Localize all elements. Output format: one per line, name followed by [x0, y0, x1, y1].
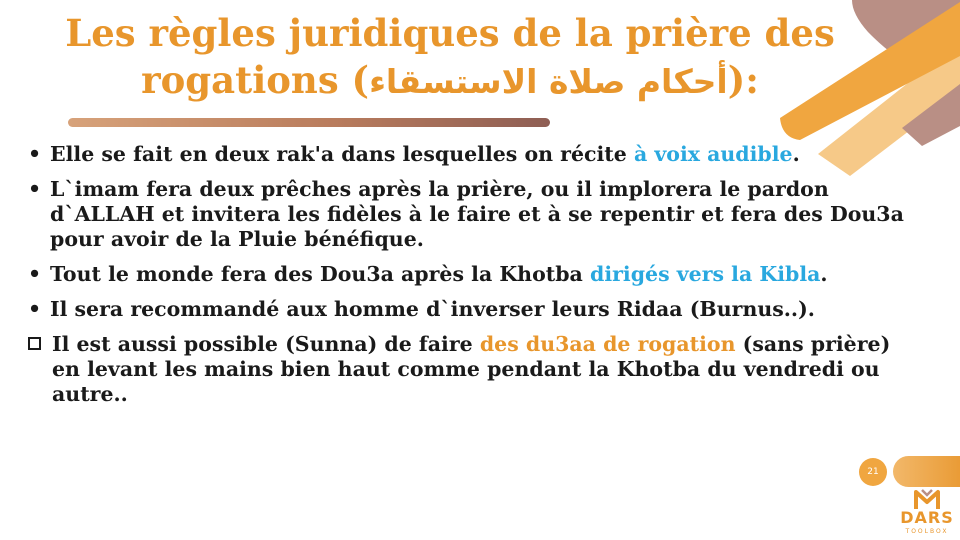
- slide-title: Les règles juridiques de la prière des r…: [20, 10, 880, 105]
- bullet-item: • Il sera recommandé aux homme d`inverse…: [28, 297, 918, 322]
- title-arabic: أحكام صلاة الاستسقاء: [369, 62, 728, 101]
- title-line-2-prefix: rogations (: [141, 58, 370, 102]
- checkbox-item: Il est aussi possible (Sunna) de faire d…: [28, 332, 918, 407]
- bullet-marker: •: [28, 297, 42, 321]
- bullet-item: • Elle se fait en deux rak'a dans lesque…: [28, 142, 918, 167]
- bullet-text: L`imam fera deux prêches après la prière…: [50, 177, 904, 251]
- bullet-text-after: .: [820, 262, 828, 286]
- page-number: 21: [867, 467, 879, 477]
- logo-emblem-icon: [914, 489, 940, 509]
- logo-subtext: TOOLBOX: [905, 528, 949, 535]
- bullet-item: • Tout le monde fera des Dou3a après la …: [28, 262, 918, 287]
- bullet-text: Tout le monde fera des Dou3a après la Kh…: [50, 262, 590, 286]
- bullet-item: • L`imam fera deux prêches après la priè…: [28, 177, 918, 252]
- bullet-text: Il sera recommandé aux homme d`inverser …: [50, 297, 815, 321]
- bullet-highlight: à voix audible: [633, 142, 793, 166]
- bullet-marker: •: [28, 142, 42, 166]
- slide: Les règles juridiques de la prière des r…: [0, 0, 960, 540]
- title-underline-bar: [68, 118, 550, 127]
- bullet-highlight: des du3aa de rogation: [479, 332, 736, 356]
- bullet-list: • Elle se fait en deux rak'a dans lesque…: [28, 142, 918, 417]
- bullet-text: Il est aussi possible (Sunna) de faire: [52, 332, 480, 356]
- bullet-highlight: dirigés vers la Kibla: [589, 262, 821, 286]
- bullet-marker: •: [28, 177, 42, 201]
- page-number-badge: 21: [859, 458, 887, 486]
- checkbox-square-icon: [28, 337, 41, 350]
- bullet-text: Elle se fait en deux rak'a dans lesquell…: [50, 142, 634, 166]
- title-line-2-suffix: ):: [727, 58, 759, 102]
- logo-text: DARS: [900, 508, 954, 527]
- title-line-1: Les règles juridiques de la prière des: [65, 11, 835, 55]
- page-number-tab: [893, 456, 960, 487]
- dars-logo: DARS TOOLBOX: [896, 488, 958, 540]
- bullet-text-after: .: [792, 142, 800, 166]
- bullet-marker: •: [28, 262, 42, 286]
